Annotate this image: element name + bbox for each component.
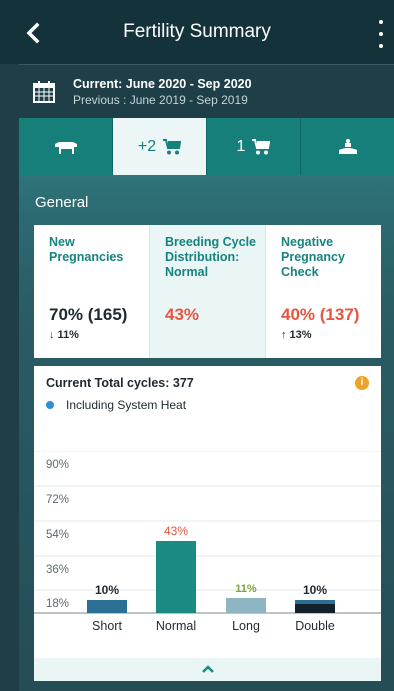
category-tabs: +2 1	[19, 118, 394, 175]
bar-value-label: 10%	[303, 583, 327, 597]
x-category-label: Double	[295, 619, 335, 633]
bar-long	[226, 598, 266, 613]
calf-birth-icon	[338, 138, 357, 154]
x-category-label: Long	[232, 619, 260, 633]
total-cycles: Current Total cycles: 377	[46, 376, 194, 390]
kpi-change: ↑ 13%	[281, 329, 312, 341]
kpi-title: New Pregnancies	[49, 235, 124, 264]
previous-date-range: Previous : June 2019 - Sep 2019	[73, 92, 248, 107]
bar-value-label: 43%	[164, 524, 188, 538]
cycle-distribution-card: Current Total cycles: 377 i Including Sy…	[34, 366, 381, 681]
kpi-negative-pregnancy[interactable]: Negative Pregnancy Check 40% (137) ↑ 13%	[266, 225, 381, 358]
date-range-text: Current: June 2020 - Sep 2020 Previous :…	[73, 77, 252, 107]
stroller-icon	[163, 138, 182, 154]
section-title: General	[35, 194, 89, 211]
y-tick-label: 90%	[46, 459, 69, 471]
bar-double-top	[295, 600, 335, 604]
bar-value-label: 10%	[95, 583, 119, 597]
page-title: Fertility Summary	[123, 21, 271, 42]
info-icon[interactable]: i	[355, 376, 369, 390]
calendar-icon	[33, 80, 55, 103]
bar-double	[295, 604, 335, 613]
expand-button[interactable]	[34, 658, 381, 681]
tab-label: 1	[236, 137, 246, 155]
kpi-breeding-cycle[interactable]: Breeding Cycle Distribution: Normal 43%	[149, 225, 266, 358]
y-tick-label: 54%	[46, 529, 69, 541]
kpi-value: 43%	[165, 305, 200, 324]
kpi-new-pregnancies[interactable]: New Pregnancies 70% (165) ↓ 11%	[34, 225, 149, 358]
current-date-range: Current: June 2020 - Sep 2020	[73, 76, 252, 91]
back-chevron-icon[interactable]	[24, 22, 44, 44]
bar-value-label: 11%	[235, 583, 257, 595]
app-root: Fertility Summary Current: June 2020 - S…	[0, 0, 394, 691]
kpi-title: Breeding Cycle Distribution: Normal	[165, 235, 257, 279]
kpi-value: 70% (165)	[49, 305, 128, 324]
kpi-cards: New Pregnancies 70% (165) ↓ 11% Breeding…	[34, 225, 381, 358]
tab-calving[interactable]	[301, 118, 394, 175]
date-range-selector[interactable]: Current: June 2020 - Sep 2020 Previous :…	[19, 64, 394, 118]
app-header: Fertility Summary	[0, 0, 394, 64]
kpi-title: Negative Pregnancy Check	[281, 235, 345, 279]
tab-pregnancy-one[interactable]: 1	[207, 118, 301, 175]
legend-label: Including System Heat	[66, 398, 187, 412]
bar-normal	[156, 541, 196, 613]
cycle-bar-chart: 90% 72% 54% 36% 18% 10% Short 43% Normal 11% Long 1…	[34, 451, 381, 633]
more-options-icon[interactable]	[374, 20, 388, 48]
chevron-up-icon	[201, 665, 214, 673]
y-tick-label: 72%	[46, 494, 69, 506]
kpi-value: 40% (137)	[281, 305, 360, 324]
cow-icon	[54, 141, 77, 154]
legend-dot-icon	[46, 401, 54, 409]
tab-pregnancy-plus[interactable]: +2	[113, 118, 207, 175]
tab-cows[interactable]	[19, 118, 113, 175]
chart-legend: Including System Heat	[46, 398, 186, 412]
y-tick-label: 18%	[46, 598, 69, 610]
x-category-label: Normal	[156, 619, 196, 633]
x-category-label: Short	[92, 619, 122, 633]
bar-short	[87, 600, 127, 613]
kpi-change: ↓ 11%	[49, 329, 79, 341]
tab-label: +2	[137, 137, 157, 155]
y-tick-label: 36%	[46, 564, 69, 576]
general-panel: General New Pregnancies 70% (165) ↓ 11% …	[19, 175, 394, 691]
stroller-icon	[252, 138, 271, 154]
